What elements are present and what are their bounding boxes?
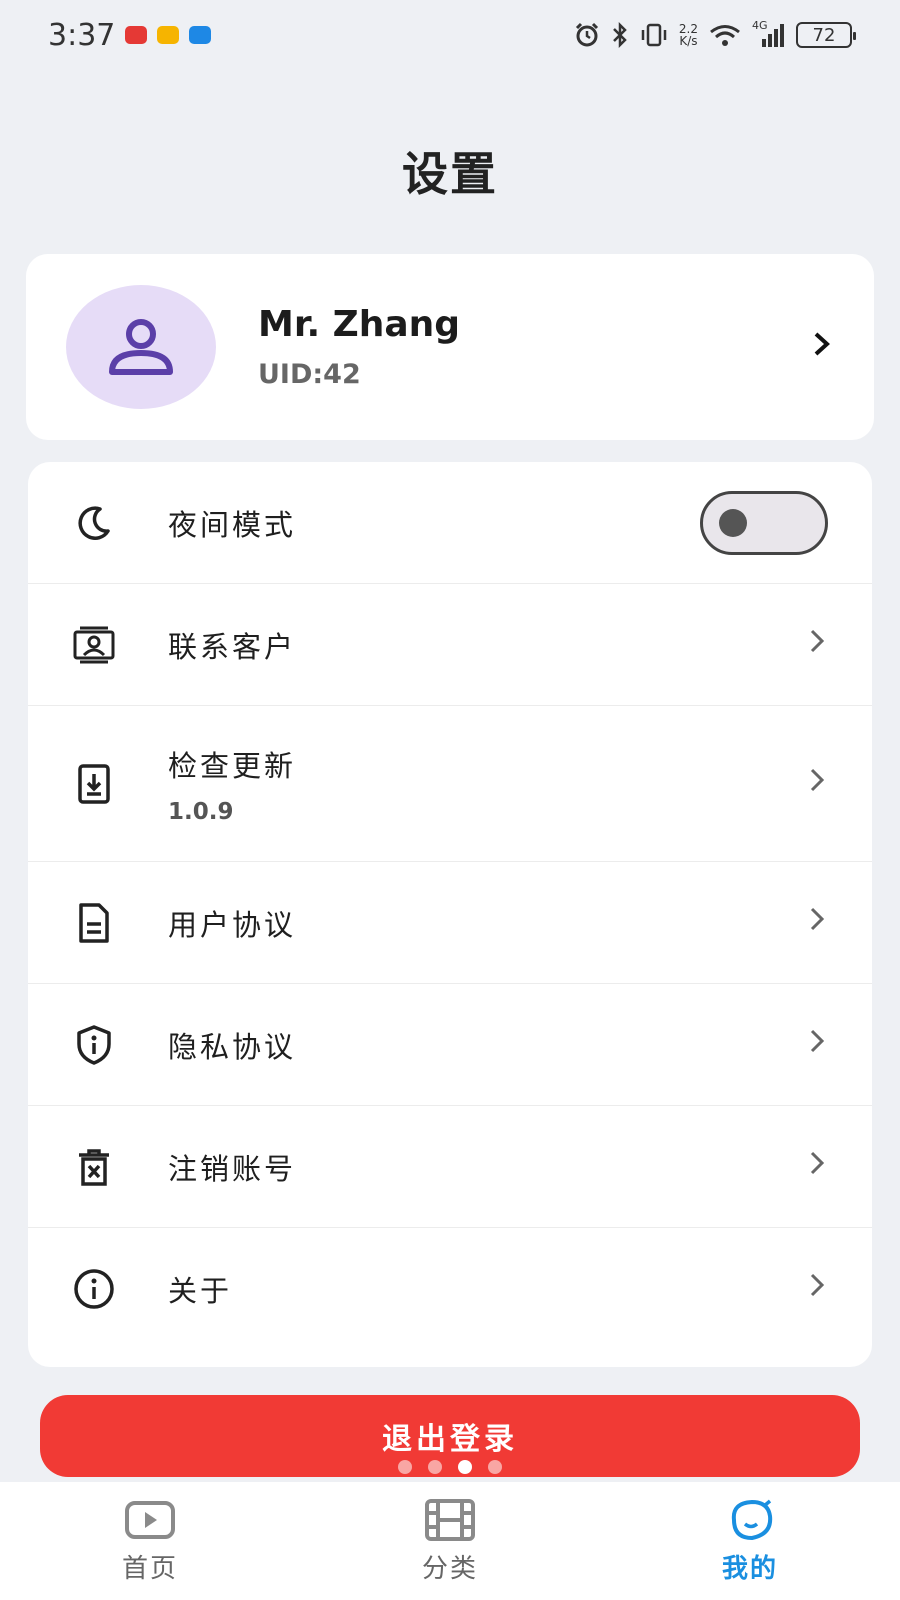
page-dot	[488, 1460, 502, 1474]
settings-row-label: 注销账号	[168, 1151, 297, 1186]
net-speed: 2.2 K/s	[679, 21, 698, 49]
row-text: 用户协议	[168, 902, 806, 944]
row-text: 注销账号	[168, 1146, 806, 1188]
app-version: 1.0.9	[168, 798, 234, 825]
night-mode-toggle[interactable]	[700, 490, 828, 555]
huawei-app-icon	[125, 26, 148, 44]
nav-item-home[interactable]: 首页	[50, 1498, 250, 1585]
nav-label: 我的	[721, 1553, 778, 1584]
settings-list: 夜间模式 联系客户 检查更新 1.0.9 用户协议 隐私协议 注销账号 关于	[28, 462, 872, 1367]
page-dot-active	[458, 1460, 472, 1474]
status-right: 2.2 K/s 4G 72	[573, 19, 856, 49]
mail-app-icon	[157, 26, 180, 44]
page-indicator	[0, 1460, 900, 1474]
settings-row-label: 检查更新	[168, 748, 297, 783]
settings-row-label: 夜间模式	[168, 507, 297, 542]
settings-row-label: 用户协议	[168, 907, 297, 942]
net-speed-unit: K/s	[679, 34, 698, 48]
profile-text: Mr. Zhang UID:42	[258, 304, 810, 390]
vibrate-icon	[639, 21, 669, 49]
chevron-right-icon	[806, 1269, 828, 1309]
status-time: 3:37	[48, 17, 116, 53]
chevron-right-icon	[806, 1147, 828, 1187]
contact-card-icon	[72, 623, 116, 667]
settings-row-label: 联系客户	[168, 629, 297, 664]
play-home-icon	[125, 1500, 175, 1539]
moon-icon	[72, 501, 116, 545]
cell-signal-icon: 4G	[752, 19, 786, 49]
alarm-icon	[573, 21, 601, 49]
settings-row-delete-account[interactable]: 注销账号	[28, 1106, 872, 1228]
status-left: 3:37	[48, 17, 212, 53]
page-dot	[398, 1460, 412, 1474]
avatar	[66, 285, 216, 409]
download-box-icon	[72, 762, 116, 806]
chevron-right-icon	[806, 625, 828, 665]
page-title: 设置	[402, 147, 498, 201]
settings-row-contact[interactable]: 联系客户	[28, 584, 872, 706]
film-category-icon	[425, 1498, 475, 1541]
settings-row-user-agreement[interactable]: 用户协议	[28, 862, 872, 984]
user-icon	[109, 319, 173, 375]
row-text: 关于	[168, 1268, 806, 1310]
delete-account-icon	[72, 1145, 116, 1189]
nav-item-mine[interactable]: 我的	[650, 1498, 850, 1585]
profile-card[interactable]: Mr. Zhang UID:42	[26, 254, 874, 440]
wifi-icon	[708, 21, 742, 49]
row-text: 夜间模式	[168, 502, 700, 544]
bottom-nav: 首页 分类 我的	[0, 1482, 900, 1600]
settings-row-about[interactable]: 关于	[28, 1228, 872, 1350]
settings-row-privacy-agreement[interactable]: 隐私协议	[28, 984, 872, 1106]
row-text: 隐私协议	[168, 1024, 806, 1066]
nav-item-category[interactable]: 分类	[350, 1498, 550, 1585]
document-icon	[72, 901, 116, 945]
settings-row-night-mode: 夜间模式	[28, 462, 872, 584]
row-text: 检查更新 1.0.9	[168, 743, 806, 825]
chevron-right-icon	[810, 327, 834, 368]
chevron-right-icon	[806, 1025, 828, 1065]
settings-row-check-update[interactable]: 检查更新 1.0.9	[28, 706, 872, 862]
network-type: 4G	[752, 19, 768, 32]
page-dot	[428, 1460, 442, 1474]
bluetooth-icon	[611, 21, 629, 49]
face-profile-icon	[731, 1499, 773, 1540]
profile-uid: UID:42	[258, 359, 361, 390]
settings-row-label: 隐私协议	[168, 1029, 297, 1064]
chevron-right-icon	[806, 903, 828, 943]
toggle-knob	[719, 508, 747, 537]
profile-name: Mr. Zhang	[258, 304, 461, 345]
message-app-icon	[189, 26, 212, 44]
settings-row-label: 关于	[168, 1274, 233, 1308]
chevron-right-icon	[806, 764, 828, 804]
shield-info-icon	[72, 1023, 116, 1067]
nav-label: 分类	[421, 1553, 478, 1584]
battery-indicator: 72	[796, 22, 856, 48]
info-circle-icon	[72, 1267, 116, 1311]
row-text: 联系客户	[168, 624, 806, 666]
status-bar: 3:37 2.2 K/s 4G 72	[0, 0, 900, 70]
nav-label: 首页	[121, 1553, 178, 1584]
